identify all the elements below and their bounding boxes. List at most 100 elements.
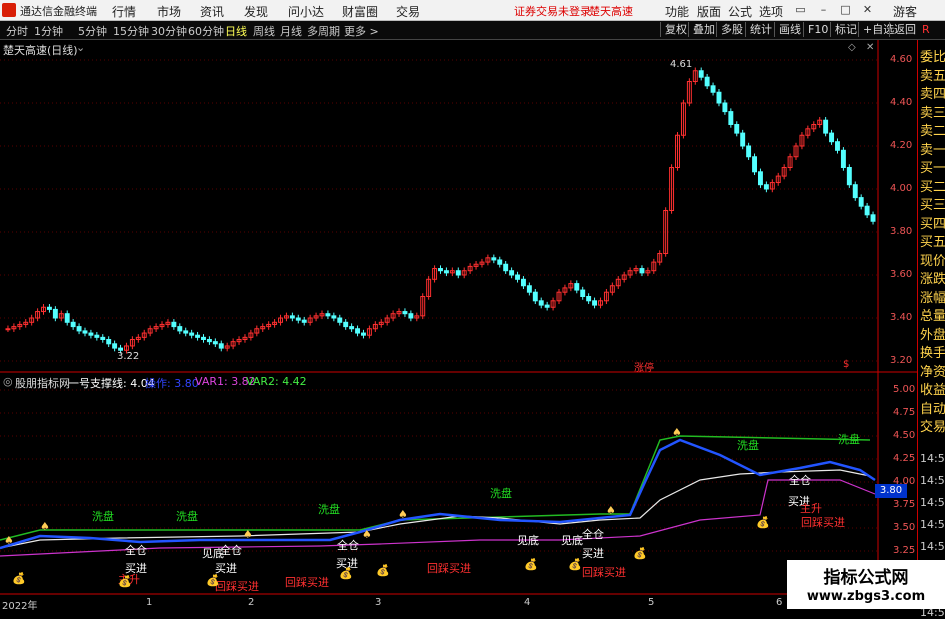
candle-body: [864, 205, 870, 216]
candle-body: [698, 70, 704, 78]
watermark-url: www.zbgs3.com: [806, 589, 926, 604]
candle-body: [520, 278, 526, 287]
marker-icon: ♠: [672, 426, 682, 439]
candle-body: [337, 317, 343, 323]
side-r-tag[interactable]: R: [922, 23, 930, 36]
signal-label-bottom: 见底: [517, 534, 539, 547]
candle-body: [840, 149, 846, 169]
candle-body: [858, 197, 864, 207]
low-label: 3.22: [117, 351, 140, 362]
candle-body: [544, 304, 550, 308]
settings-icon[interactable]: ◇: [848, 42, 856, 53]
candle-body: [740, 132, 746, 147]
candle-body: [716, 91, 722, 104]
candle-body: [829, 132, 835, 143]
candle-body: [728, 111, 734, 125]
money-bag-icon: 💰: [376, 564, 390, 577]
candle-body: [195, 334, 201, 338]
signal-label-buy: 买进: [582, 547, 604, 560]
candle-body: [289, 315, 295, 319]
candle-body: [710, 85, 716, 93]
candle-body: [64, 313, 70, 323]
marker-icon: ♠: [606, 504, 616, 517]
candle-body: [704, 76, 710, 87]
money-bag-icon: 💰: [339, 567, 353, 580]
signal-label-wash: 洗盘: [838, 433, 860, 446]
side-label: 自动: [920, 401, 945, 417]
time-tick: 1: [146, 597, 153, 608]
candle-body: [503, 263, 509, 272]
side-label: 交易: [920, 420, 945, 435]
candle-body: [82, 330, 88, 334]
money-bag-icon: 💰: [633, 547, 647, 560]
operate-line: [0, 438, 876, 550]
side-label: 卖三: [920, 105, 945, 121]
time-tick: 2: [248, 597, 255, 608]
candle-body: [722, 102, 728, 113]
side-time: 14:56: [920, 452, 945, 465]
candle-body: [823, 119, 829, 134]
price-tick: 3.40: [890, 312, 913, 323]
candle-body: [325, 313, 331, 317]
signal-label-pullback: 回踩买进: [427, 562, 471, 575]
marker-icon: ♠: [243, 528, 253, 541]
side-label: 卖五: [920, 68, 945, 84]
var2-value: VAR2: 4.42: [246, 375, 307, 388]
candle-body: [491, 257, 497, 261]
candle-body: [574, 283, 580, 291]
side-label: 涨幅: [920, 290, 945, 306]
time-tick: 5: [648, 597, 655, 608]
indicator-tick: 3.50: [893, 522, 916, 533]
indicator-name: 股朋指标网: [15, 377, 70, 390]
current-value-tag: 3.80: [875, 484, 907, 498]
candle-body: [752, 156, 757, 173]
candle-body: [177, 326, 183, 332]
side-label: 买一: [920, 161, 945, 176]
price-tick: 4.20: [890, 140, 913, 151]
candle-body: [835, 141, 840, 151]
candle-body: [201, 336, 206, 341]
candle-body: [52, 308, 58, 319]
support-line: [0, 469, 871, 549]
operate-value: 操作: 3.80: [145, 377, 199, 390]
side-label: 净资: [920, 364, 945, 380]
candle-body: [580, 289, 586, 297]
signal-label-wash: 洗盘: [490, 487, 512, 500]
candle-body: [402, 311, 408, 315]
candle-body: [206, 339, 212, 343]
candle-body: [757, 171, 763, 186]
candle-body: [538, 300, 544, 306]
candle-body: [408, 313, 414, 319]
candle-body: [100, 336, 106, 341]
close-pane-icon[interactable]: ✕: [866, 42, 874, 53]
candle-body: [183, 330, 189, 334]
watermark-title: 指标公式网: [823, 568, 909, 588]
time-tick: 6: [776, 597, 783, 608]
indicator-icon: ◎: [3, 375, 13, 388]
candle-body: [355, 328, 361, 334]
candle-body: [189, 332, 195, 336]
watermark: 指标公式网 www.zbgs3.com: [787, 560, 945, 609]
kline-chart[interactable]: [0, 0, 917, 609]
candle-body: [343, 321, 349, 328]
candle-body: [734, 124, 740, 134]
signal-label-pullback: 回踩买进: [582, 566, 626, 579]
signal-label-wash: 洗盘: [737, 439, 759, 452]
candle-body: [76, 326, 82, 332]
quote-side-panel: 委比 卖五 卖四 卖三 卖二 卖一 买一 买二 买三 买四 买五 现价 涨跌 涨幅 总量 外盘 换手 净资 收益 自动…: [917, 40, 945, 619]
candle-body: [763, 184, 769, 190]
side-label: 收益: [920, 383, 945, 398]
candle-body: [455, 270, 461, 276]
marker-icon: ♠: [362, 528, 372, 541]
candle-body: [592, 300, 598, 306]
indicator-tick: 4.75: [893, 407, 916, 418]
candle-body: [509, 270, 515, 276]
candle-body: [443, 270, 449, 274]
candle-body: [515, 274, 520, 280]
candle-body: [532, 291, 538, 302]
time-tick: 4: [524, 597, 531, 608]
side-label: 买二: [920, 179, 945, 195]
dropdown-icon[interactable]: ⌄: [76, 41, 85, 54]
marker-icon: ♠: [398, 508, 408, 521]
indicator-tick: 4.50: [893, 430, 916, 441]
